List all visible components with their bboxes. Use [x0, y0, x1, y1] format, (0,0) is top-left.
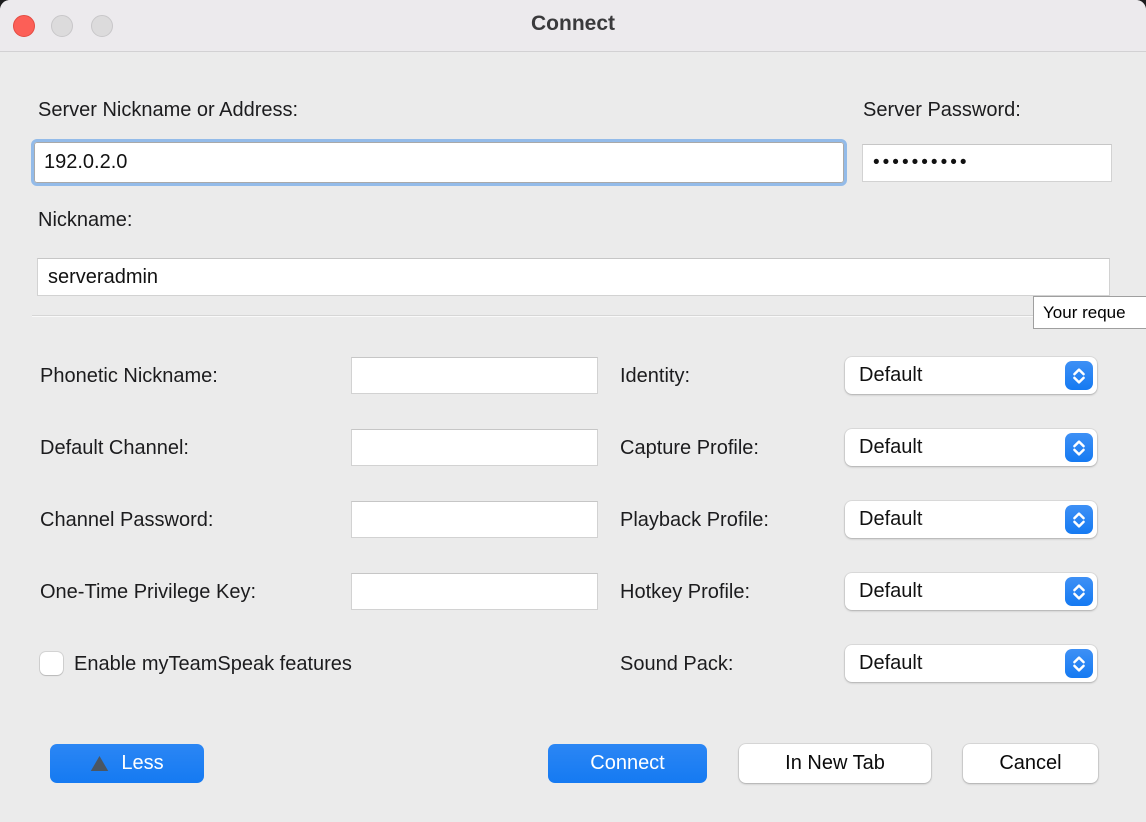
in-new-tab-button-label: In New Tab [785, 752, 885, 775]
playback-profile-select[interactable]: Default [845, 501, 1097, 538]
capture-profile-select[interactable]: Default [845, 429, 1097, 466]
less-button-label: Less [121, 752, 163, 775]
myteamspeak-checkbox-label: Enable myTeamSpeak features [74, 653, 352, 676]
chevron-up-down-icon [1065, 505, 1093, 534]
in-new-tab-button[interactable]: In New Tab [739, 744, 931, 783]
hotkey-profile-label: Hotkey Profile: [620, 581, 750, 604]
title-bar[interactable]: Connect [0, 0, 1146, 52]
less-button[interactable]: Less [50, 744, 204, 783]
chevron-up-down-icon [1065, 433, 1093, 462]
section-separator [32, 315, 1116, 317]
phonetic-nickname-input[interactable] [351, 357, 598, 394]
myteamspeak-checkbox[interactable] [40, 652, 63, 675]
connect-dialog: Connect Server Nickname or Address: Serv… [0, 0, 1146, 822]
cancel-button-label: Cancel [999, 752, 1061, 775]
playback-profile-label: Playback Profile: [620, 509, 769, 532]
chevron-up-down-icon [1065, 577, 1093, 606]
phonetic-nickname-label: Phonetic Nickname: [40, 365, 218, 388]
identity-select[interactable]: Default [845, 357, 1097, 394]
privilege-key-input[interactable] [351, 573, 598, 610]
hotkey-profile-select[interactable]: Default [845, 573, 1097, 610]
nickname-input[interactable] [37, 258, 1110, 296]
channel-password-label: Channel Password: [40, 509, 213, 532]
nickname-label: Nickname: [38, 209, 132, 232]
cancel-button[interactable]: Cancel [963, 744, 1098, 783]
capture-profile-select-value: Default [845, 436, 1065, 459]
server-password-label: Server Password: [863, 99, 1021, 122]
window-title: Connect [0, 12, 1146, 36]
connect-button-label: Connect [590, 752, 665, 775]
playback-profile-select-value: Default [845, 508, 1065, 531]
default-channel-input[interactable] [351, 429, 598, 466]
sound-pack-select-value: Default [845, 652, 1065, 675]
server-address-label: Server Nickname or Address: [38, 99, 298, 122]
tooltip: Your reque [1033, 296, 1146, 329]
chevron-up-down-icon [1065, 649, 1093, 678]
chevron-up-down-icon [1065, 361, 1093, 390]
connect-button[interactable]: Connect [548, 744, 707, 783]
privilege-key-label: One-Time Privilege Key: [40, 581, 256, 604]
identity-select-value: Default [845, 364, 1065, 387]
default-channel-label: Default Channel: [40, 437, 189, 460]
sound-pack-select[interactable]: Default [845, 645, 1097, 682]
hotkey-profile-select-value: Default [845, 580, 1065, 603]
identity-label: Identity: [620, 365, 690, 388]
channel-password-input[interactable] [351, 501, 598, 538]
sound-pack-label: Sound Pack: [620, 653, 733, 676]
capture-profile-label: Capture Profile: [620, 437, 759, 460]
triangle-up-icon [90, 755, 109, 772]
server-password-input[interactable] [862, 144, 1112, 182]
server-address-input[interactable] [31, 139, 847, 186]
